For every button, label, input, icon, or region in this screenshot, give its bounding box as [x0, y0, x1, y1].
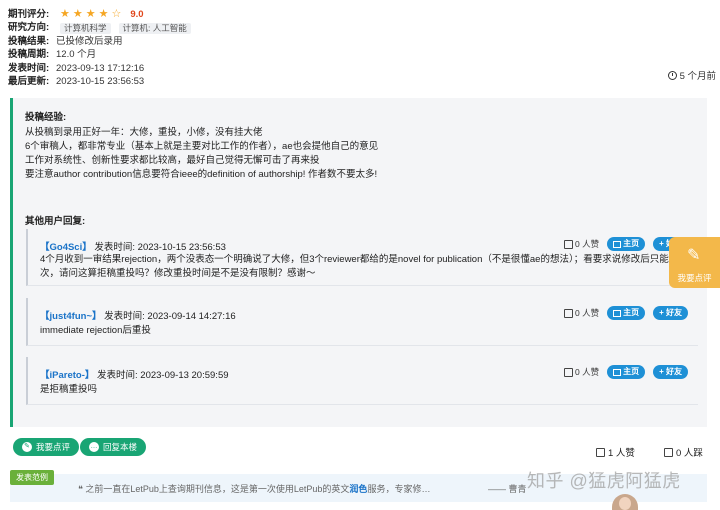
promo-highlight: 润色	[349, 484, 368, 494]
experience-line: 要注意author contribution信息要符合ieee的definiti…	[25, 169, 378, 180]
reply-header: 【Go4Sci】 发表时间: 2023-10-15 23:56:53	[40, 239, 226, 253]
direction-tag[interactable]: 计算机: 人工智能	[118, 22, 191, 34]
home-label: 主页	[623, 308, 640, 317]
promo-text[interactable]: ❝ 之前一直在LetPub上查询期刊信息，这是第一次使用LetPub的英文润色服…	[78, 482, 430, 495]
reply-item: 【iPareto-】 发表时间: 2023-09-13 20:59:59 是拒稿…	[26, 357, 698, 405]
like-count: 0 人赞	[575, 239, 600, 249]
period-row: 投稿周期: 12.0 个月	[8, 48, 712, 61]
like-button[interactable]: 0 人赞	[564, 238, 599, 250]
promo-author: —— 曹青	[488, 484, 527, 494]
reply-item: 【just4fun~】 发表时间: 2023-09-14 14:27:16 im…	[26, 298, 698, 346]
pencil-icon: ✎	[687, 247, 701, 264]
reply-time: 发表时间: 2023-09-14 14:27:16	[104, 311, 236, 322]
experience-line: 从投稿到录用正好一年：大修，重投，小修，没有挂大佬	[25, 127, 263, 138]
update-value: 2023-10-15 23:56:53	[56, 75, 145, 87]
like-count: 0 人赞	[575, 308, 600, 318]
home-button[interactable]: 主页	[607, 365, 646, 379]
reply-actions: 0 人赞 主页 + 好友	[564, 306, 688, 320]
comment-icon: …	[89, 442, 99, 452]
home-button[interactable]: 主页	[607, 237, 646, 251]
thumb-down-icon	[664, 447, 673, 457]
publish-label: 发表时间:	[8, 62, 50, 74]
write-review-label: 我要点评	[36, 442, 71, 452]
reply-floor-button[interactable]: … 回复本楼	[80, 438, 147, 456]
publish-row: 发表时间: 2023-09-13 17:12:16	[8, 62, 712, 75]
reply-item: 【Go4Sci】 发表时间: 2023-10-15 23:56:53 4个月收到…	[26, 229, 698, 286]
time-ago: 5 个月前	[667, 68, 716, 82]
home-label: 主页	[623, 367, 640, 376]
watermark: 知乎 @猛虎阿猛虎	[527, 471, 681, 491]
thumb-up-icon	[564, 367, 573, 377]
home-button[interactable]: 主页	[607, 306, 646, 320]
experience-line: 6个审稿人，都非常专业（基本上就是主要对比工作的作者），ae也会提他自己的意见	[25, 141, 379, 152]
reply-author[interactable]: 【just4fun~】	[40, 311, 102, 322]
period-label: 投稿周期:	[8, 49, 50, 61]
other-replies-title: 其他用户回复:	[25, 216, 86, 227]
reply-body: 是拒稿重投吗	[40, 384, 98, 395]
rating-row: 期刊评分: ★★★★☆ 9.0	[8, 8, 712, 21]
like-button[interactable]: 0 人赞	[564, 307, 599, 319]
publish-value: 2023-09-13 17:12:16	[56, 62, 145, 74]
thumb-up-icon	[596, 447, 605, 457]
update-row: 最后更新: 2023-10-15 23:56:53	[8, 75, 712, 88]
reply-time: 发表时间: 2023-09-13 20:59:59	[97, 370, 229, 381]
clock-icon	[667, 70, 677, 80]
result-row: 投稿结果: 已投修改后录用	[8, 35, 712, 48]
article-meta: 期刊评分: ★★★★☆ 9.0 研究方向: 计算机科学 计算机: 人工智能 投稿…	[8, 8, 712, 88]
result-value: 已投修改后录用	[56, 35, 123, 47]
reply-time: 发表时间: 2023-10-15 23:56:53	[94, 242, 226, 253]
direction-label: 研究方向:	[8, 22, 50, 34]
direction-row: 研究方向: 计算机科学 计算机: 人工智能	[8, 21, 712, 34]
experience-line: 工作对系统性、创新性要求都比较高，最好自己觉得无懈可击了再来投	[25, 155, 320, 166]
post-like-count: 1 人赞	[608, 448, 635, 459]
period-value: 12.0 个月	[56, 49, 97, 61]
direction-tag[interactable]: 计算机科学	[60, 22, 111, 34]
reply-header: 【iPareto-】 发表时间: 2023-09-13 20:59:59	[40, 367, 229, 381]
like-count: 0 人赞	[575, 367, 600, 377]
home-icon	[613, 309, 622, 317]
reply-body: immediate rejection后重投	[40, 325, 151, 336]
post-like-button[interactable]: 1 人赞	[596, 445, 635, 459]
rating-stars-icon: ★★★★☆	[60, 8, 125, 20]
rating-label: 期刊评分:	[8, 9, 50, 20]
reply-author[interactable]: 【iPareto-】	[40, 370, 94, 381]
time-ago-text: 5 个月前	[679, 71, 716, 82]
floating-review-button[interactable]: ✎ 我要点评	[669, 237, 720, 288]
promo-text-after: 服务，专家修…	[367, 484, 431, 494]
home-icon	[613, 240, 622, 248]
post-dislike-button[interactable]: 0 人踩	[664, 445, 703, 459]
like-button[interactable]: 0 人赞	[564, 366, 599, 378]
reply-actions: 0 人赞 主页 + 好友	[564, 365, 688, 379]
quote-icon: ❝	[78, 484, 83, 494]
promo-text-before: 之前一直在LetPub上查询期刊信息，这是第一次使用LetPub的英文	[85, 484, 350, 494]
home-icon	[613, 368, 622, 376]
update-label: 最后更新:	[8, 75, 50, 87]
experience-panel: 投稿经验: 从投稿到录用正好一年：大修，重投，小修，没有挂大佬 6个审稿人，都非…	[10, 98, 707, 427]
reply-header: 【just4fun~】 发表时间: 2023-09-14 14:27:16	[40, 308, 236, 322]
experience-title: 投稿经验:	[25, 112, 67, 123]
write-review-button[interactable]: ✎ 我要点评	[13, 438, 80, 456]
promo-tag: 发表范例	[10, 470, 54, 485]
reply-body: 4个月收到一审结果rejection，两个没表态一个明确说了大修，但3个revi…	[40, 254, 688, 279]
add-friend-button[interactable]: + 好友	[653, 365, 688, 379]
result-label: 投稿结果:	[8, 35, 50, 47]
post-dislike-count: 0 人踩	[676, 448, 703, 459]
rating-score: 9.0	[130, 9, 144, 20]
floating-review-label: 我要点评	[677, 273, 712, 283]
reply-floor-label: 回复本楼	[103, 442, 138, 452]
thumb-up-icon	[564, 308, 573, 318]
add-friend-button[interactable]: + 好友	[653, 306, 688, 320]
reply-author[interactable]: 【Go4Sci】	[40, 242, 92, 253]
home-label: 主页	[623, 239, 640, 248]
pencil-icon: ✎	[22, 442, 32, 452]
thumb-up-icon	[564, 239, 573, 249]
